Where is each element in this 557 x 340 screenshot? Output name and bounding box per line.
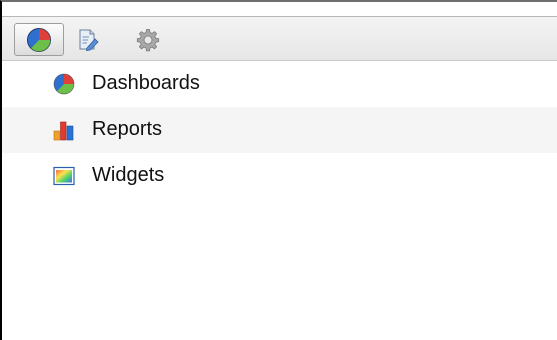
tree-item-reports[interactable]: Reports — [2, 107, 557, 153]
panel-toolbar — [2, 17, 557, 61]
navigation-tree: Dashboards Reports Widgets — [2, 61, 557, 199]
widget-gradient-icon — [53, 166, 75, 186]
tree-item-widgets[interactable]: Widgets — [2, 153, 557, 199]
settings-tab-button[interactable] — [130, 23, 166, 56]
tree-item-dashboards[interactable]: Dashboards — [2, 61, 557, 107]
report-editor-tab-button[interactable] — [70, 23, 106, 56]
tree-item-label: Dashboards — [92, 72, 200, 94]
panel-header-strip — [2, 2, 557, 17]
navigation-panel: Dashboards Reports Widgets — [0, 0, 557, 340]
bar-chart-icon — [53, 121, 74, 141]
report-edit-icon — [79, 29, 99, 51]
dashboards-tab-button[interactable] — [14, 23, 64, 56]
pie-chart-icon — [53, 73, 75, 95]
tree-item-label: Reports — [92, 118, 163, 140]
tree-item-label: Widgets — [92, 164, 165, 186]
gear-icon — [136, 28, 160, 51]
dashboards-pie-icon — [27, 27, 51, 52]
